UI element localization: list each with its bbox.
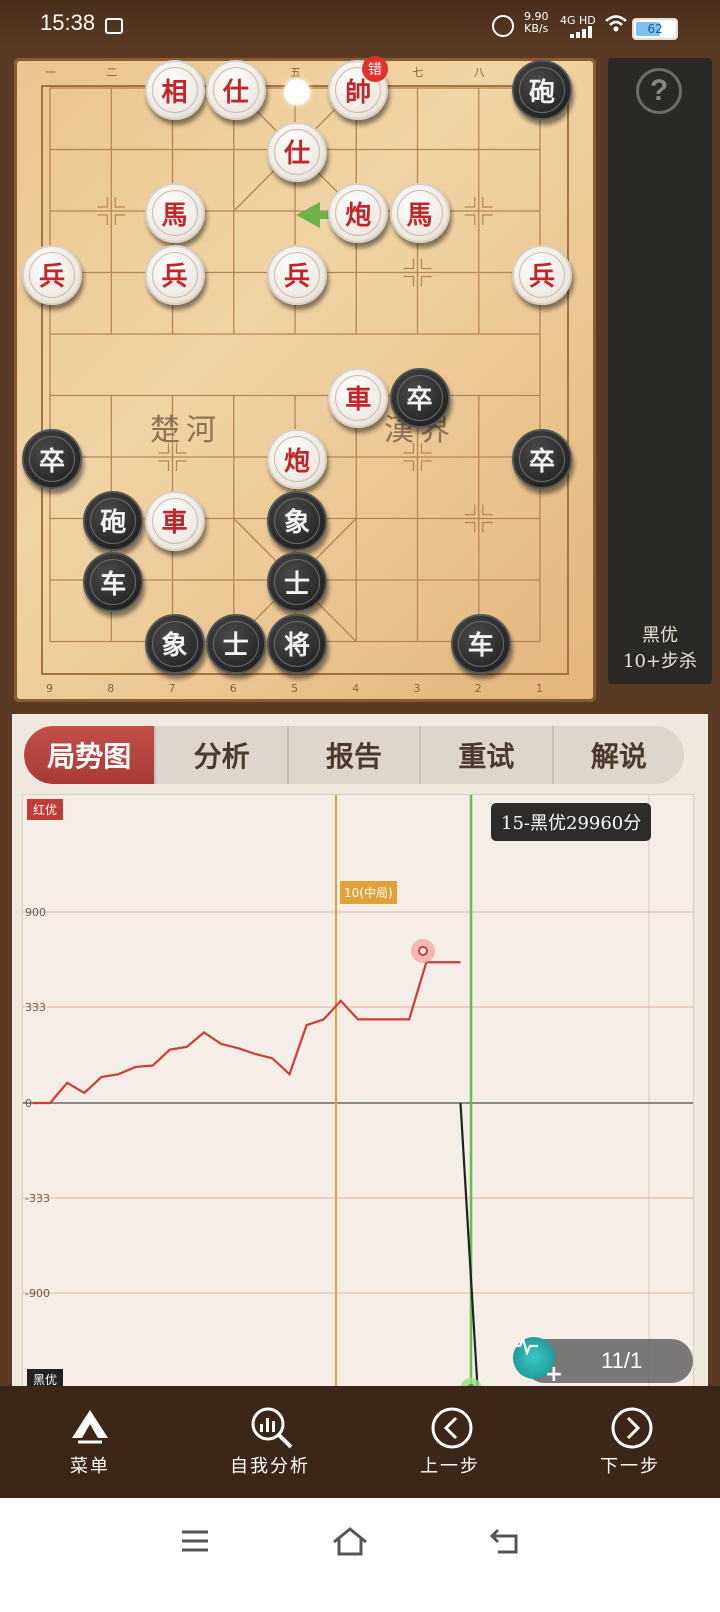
red-piece[interactable]: 車 [144,490,205,551]
red-advantage-label: 红优 [27,799,64,820]
nav-previous-move[interactable]: 上一步 [360,1386,540,1498]
tab-report[interactable]: 报告 [289,726,422,784]
black-piece[interactable]: 砲 [512,60,572,120]
black-piece[interactable]: 卒 [22,429,82,489]
next-icon [610,1406,653,1449]
plus-icon: + [544,1362,563,1387]
file-label-bottom: 1 [536,682,543,695]
file-label-bottom: 6 [229,682,237,695]
file-label-bottom: 9 [46,682,53,695]
back-icon[interactable] [488,1526,522,1560]
nav-next-move[interactable]: 下一步 [540,1386,720,1498]
black-piece[interactable]: 卒 [512,429,572,489]
battery-icon: 62 [632,18,678,40]
last-move-marker [284,79,310,105]
nav-menu[interactable]: 菜单 [0,1386,180,1498]
black-piece[interactable]: 士 [205,613,266,674]
file-label-bottom: 8 [107,682,115,695]
file-label-bottom: 2 [474,682,482,695]
analysis-tabs: 局势图 分析 报告 重试 解说 [24,726,684,784]
highlight-point [418,946,428,956]
y-tick-label: 0 [25,1097,32,1110]
phase-marker-label: 10(中局) [340,881,397,904]
status-time: 15:38 [40,10,96,35]
red-piece[interactable]: 兵 [144,244,205,305]
river-left-text: 楚河 [150,413,222,448]
file-label-top: 八 [473,66,485,79]
chess-board[interactable]: 一二三四五六七八九 987654321 楚河 漢界 相仕帥砲仕馬炮馬兵兵兵兵車卒… [14,56,596,702]
home-icon[interactable] [330,1526,370,1562]
tab-trend-chart[interactable]: 局势图 [24,726,157,784]
series-line-0 [33,961,461,1105]
alarm-icon [492,15,514,37]
network-speed: 9.90 KB/s [524,10,549,35]
analysis-panel: 局势图 分析 报告 重试 解说 900 333 0 -333 -900 红优 黑优 10… [12,714,708,1390]
red-piece[interactable]: 馬 [144,183,205,243]
black-piece[interactable]: 卒 [389,367,450,428]
system-nav-bar [0,1498,720,1612]
tab-retry[interactable]: 重试 [421,726,554,784]
signal-icon [570,26,592,38]
tv-icon [105,18,123,34]
menu-icon [70,1406,110,1446]
analysis-icon [250,1406,293,1449]
red-piece[interactable]: 炮 [328,183,389,243]
evaluation-summary: 黑优 10+步杀 [623,625,697,672]
black-piece[interactable]: 车 [83,552,144,612]
file-label-top: 一 [45,66,56,79]
trend-chart[interactable]: 900 333 0 -333 -900 红优 黑优 10(中局) 15-黑优29960分… [22,794,694,1390]
black-piece[interactable]: 象 [144,613,205,674]
black-piece[interactable]: 将 [267,613,327,674]
red-piece[interactable]: 兵 [512,244,572,305]
red-piece[interactable]: 兵 [267,244,327,305]
file-label-bottom: 5 [291,682,298,695]
red-piece[interactable]: 兵 [22,244,82,305]
prev-icon [430,1406,473,1449]
pulse-icon [514,1337,538,1355]
tab-commentary[interactable]: 解说 [554,726,684,784]
black-piece[interactable]: 车 [450,613,511,674]
file-label-top: 七 [412,66,424,79]
y-tick-label: -900 [25,1287,50,1300]
red-piece[interactable]: 相 [144,60,205,120]
y-tick-label: -333 [25,1192,50,1205]
file-label-top: 五 [290,66,301,79]
series-line-1 [459,1102,479,1389]
nav-self-analysis[interactable]: 自我分析 [180,1386,360,1498]
question-icon: ? [649,74,669,107]
help-button[interactable]: ? [636,68,682,114]
evaluation-side-panel: ? 黑优 10+步杀 [608,58,712,684]
file-label-bottom: 3 [413,682,421,695]
red-piece[interactable]: 馬 [389,183,450,243]
red-piece[interactable]: 車 [328,367,389,428]
black-piece[interactable]: 砲 [83,490,144,551]
file-label-bottom: 4 [352,682,360,695]
status-bar: 15:38 9.90 KB/s 4G HD 62 [0,0,720,52]
y-tick-label: 333 [25,1001,46,1014]
bottom-nav: 菜单 自我分析 上一步 下一步 [0,1386,720,1498]
add-analysis-button[interactable]: + [513,1337,563,1387]
file-label-bottom: 7 [168,682,176,695]
red-piece[interactable]: 仕 [267,121,327,182]
wifi-icon [604,14,628,39]
black-piece[interactable]: 象 [267,490,327,551]
black-piece[interactable]: 士 [267,552,327,612]
recents-icon[interactable] [180,1526,210,1560]
tab-analysis[interactable]: 分析 [156,726,289,784]
red-piece[interactable]: 仕 [205,60,266,120]
y-tick-label: 900 [25,906,46,919]
chart-tooltip: 15-黑优29960分 [491,803,652,841]
red-piece[interactable]: 炮 [267,429,327,489]
file-label-top: 二 [106,66,118,79]
